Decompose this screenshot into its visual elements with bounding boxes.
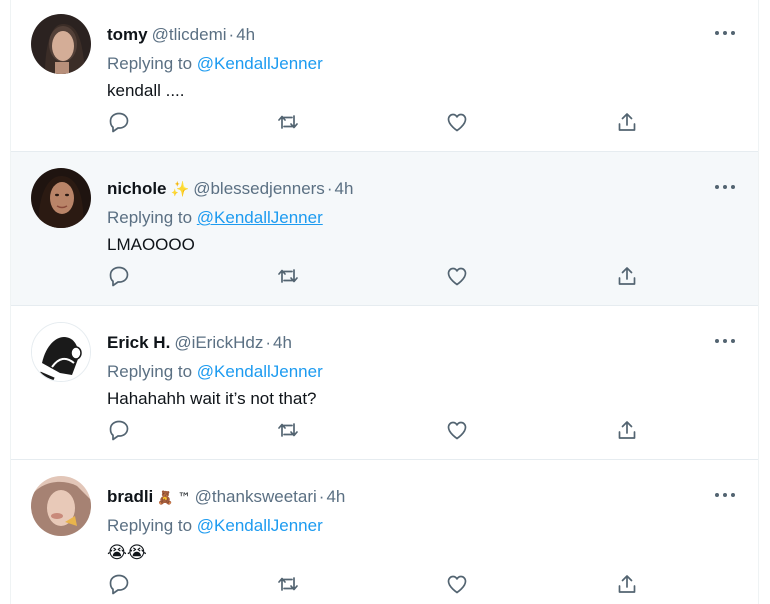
replying-to-label: Replying to [107,54,193,73]
tweet-nichole[interactable]: nichole ✨ @blessedjenners · 4h Replying to @… [11,152,758,306]
like-icon[interactable] [443,262,471,290]
like-icon[interactable] [443,570,471,598]
replying-to-label: Replying to [107,208,193,227]
share-icon[interactable] [613,262,641,290]
timestamp[interactable]: 4h [236,25,255,44]
retweet-icon[interactable] [274,416,302,444]
share-icon[interactable] [613,108,641,136]
reply-icon[interactable] [105,108,133,136]
tweet-text: 😭😭 [107,543,147,563]
replying-to: Replying to @KendallJenner [107,515,323,537]
display-name[interactable]: tomy [107,25,148,44]
reply-icon[interactable] [105,262,133,290]
separator-dot: · [318,487,325,506]
user-handle[interactable]: @iErickHdz [174,333,263,352]
replying-to: Replying to @KendallJenner [107,53,323,75]
tweet-header: Erick H. @iErickHdz · 4h [107,332,292,354]
display-name[interactable]: nichole [107,179,167,198]
teddy-bear-emoji: 🧸 ™ [157,491,191,506]
user-handle[interactable]: @thanksweetari [195,487,317,506]
timestamp[interactable]: 4h [326,487,345,506]
more-icon[interactable] [715,176,739,198]
replying-to-label: Replying to [107,362,193,381]
reply-icon[interactable] [105,570,133,598]
more-icon[interactable] [715,484,739,506]
tweet-bradli[interactable]: bradli 🧸 ™ @thanksweetari · 4h Replying to @… [11,460,758,604]
timestamp[interactable]: 4h [334,179,353,198]
reply-feed: tomy @tlicdemi · 4h Replying to @KendallJen… [10,0,759,604]
avatar[interactable] [31,168,91,228]
separator-dot: · [228,25,235,44]
user-handle[interactable]: @tlicdemi [152,25,227,44]
tweet-text: Hahahahh wait it’s not that? [107,389,317,408]
tweet-actions [11,108,758,136]
replying-to-label: Replying to [107,516,193,535]
tweet-tomy[interactable]: tomy @tlicdemi · 4h Replying to @KendallJen… [11,0,758,152]
share-icon[interactable] [613,416,641,444]
tweet-header: nichole ✨ @blessedjenners · 4h [107,178,353,200]
timestamp[interactable]: 4h [273,333,292,352]
mention-link[interactable]: @KendallJenner [197,516,323,535]
replying-to: Replying to @KendallJenner [107,361,323,383]
mention-link[interactable]: @KendallJenner [197,208,323,227]
tweet-header: tomy @tlicdemi · 4h [107,24,255,46]
avatar[interactable] [31,476,91,536]
tweet-actions [11,570,758,598]
tweet-actions [11,262,758,290]
like-icon[interactable] [443,108,471,136]
retweet-icon[interactable] [274,570,302,598]
display-name[interactable]: bradli [107,487,153,506]
avatar[interactable] [31,322,91,382]
mention-link[interactable]: @KendallJenner [197,362,323,381]
replying-to: Replying to @KendallJenner [107,207,323,229]
user-handle[interactable]: @blessedjenners [193,179,325,198]
tweet-actions [11,416,758,444]
tweet-erick[interactable]: Erick H. @iErickHdz · 4h Replying to @Kenda… [11,306,758,460]
more-icon[interactable] [715,22,739,44]
sparkles-emoji: ✨ [170,180,190,198]
more-icon[interactable] [715,330,739,352]
tweet-header: bradli 🧸 ™ @thanksweetari · 4h [107,486,345,508]
tweet-text: kendall .... [107,81,185,100]
retweet-icon[interactable] [274,262,302,290]
avatar[interactable] [31,14,91,74]
mention-link[interactable]: @KendallJenner [197,54,323,73]
separator-dot: · [265,333,272,352]
tweet-text: LMAOOOO [107,235,195,254]
separator-dot: · [326,179,333,198]
reply-icon[interactable] [105,416,133,444]
like-icon[interactable] [443,416,471,444]
retweet-icon[interactable] [274,108,302,136]
share-icon[interactable] [613,570,641,598]
display-name[interactable]: Erick H. [107,333,170,352]
